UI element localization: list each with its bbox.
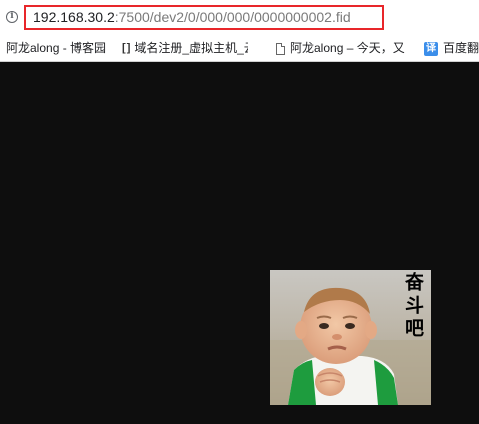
bookmarks-bar: 阿龙along - 博客园 [ ] 域名注册_虚拟主机_云 阿龙along – …: [0, 36, 479, 62]
url-host: 192.168.30.2: [33, 9, 115, 25]
bookmark-item-blog[interactable]: 阿龙along - 博客园: [6, 36, 106, 61]
meme-caption: 奋斗吧: [402, 272, 424, 341]
bookmark-label: 域名注册_虚拟主机_云: [134, 41, 249, 55]
page-content: 奋斗吧: [0, 62, 479, 424]
cc-icon: [ ]: [122, 42, 130, 54]
translate-icon: 译: [424, 41, 438, 56]
address-bar: i 192.168.30.2:7500/dev2/0/000/000/00000…: [0, 0, 479, 36]
bookmark-item-domain[interactable]: [ ] 域名注册_虚拟主机_云: [122, 36, 248, 61]
meme-image: 奋斗吧: [270, 270, 431, 405]
url-path: :7500/dev2/0/000/000/0000000002.fid: [114, 9, 351, 25]
url-input[interactable]: 192.168.30.2:7500/dev2/0/000/000/0000000…: [24, 5, 384, 30]
bookmark-label: 阿龙along - 博客园: [6, 41, 107, 55]
info-icon[interactable]: i: [6, 11, 18, 23]
bookmark-label: 阿龙along – 今天，又: [290, 41, 405, 55]
bookmark-label: 百度翻: [443, 41, 479, 55]
bookmark-item-translate[interactable]: 译 百度翻: [424, 36, 479, 61]
bookmark-item-along[interactable]: 阿龙along – 今天，又: [276, 36, 408, 61]
page-icon: [276, 42, 285, 55]
